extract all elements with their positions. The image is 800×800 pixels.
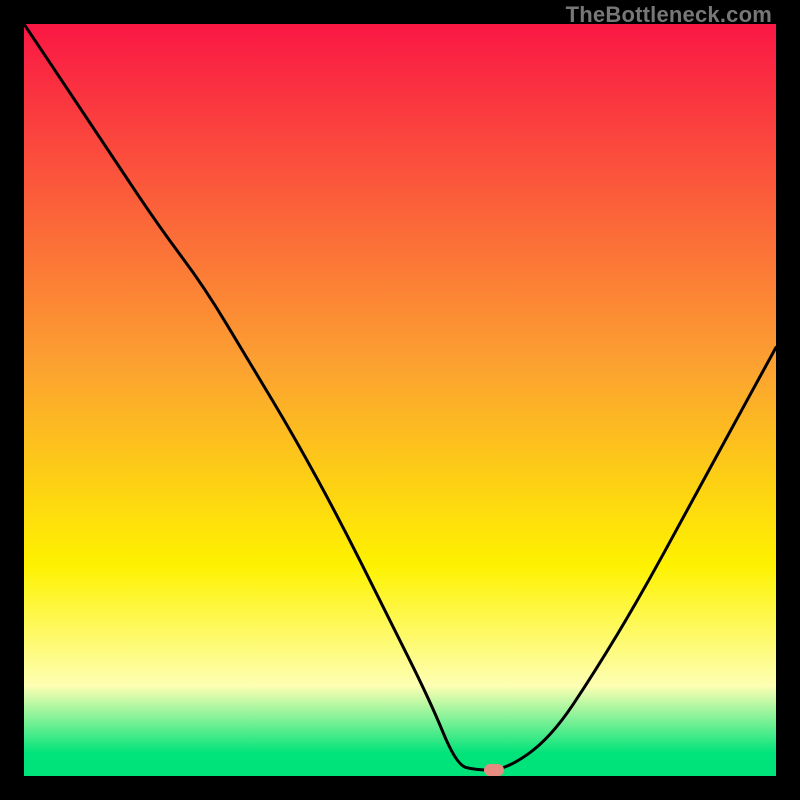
chart-container: TheBottleneck.com (0, 0, 800, 800)
bottleneck-curve (24, 24, 776, 776)
plot-area (24, 24, 776, 776)
watermark-text: TheBottleneck.com (566, 2, 772, 28)
optimal-point-marker (484, 764, 504, 776)
